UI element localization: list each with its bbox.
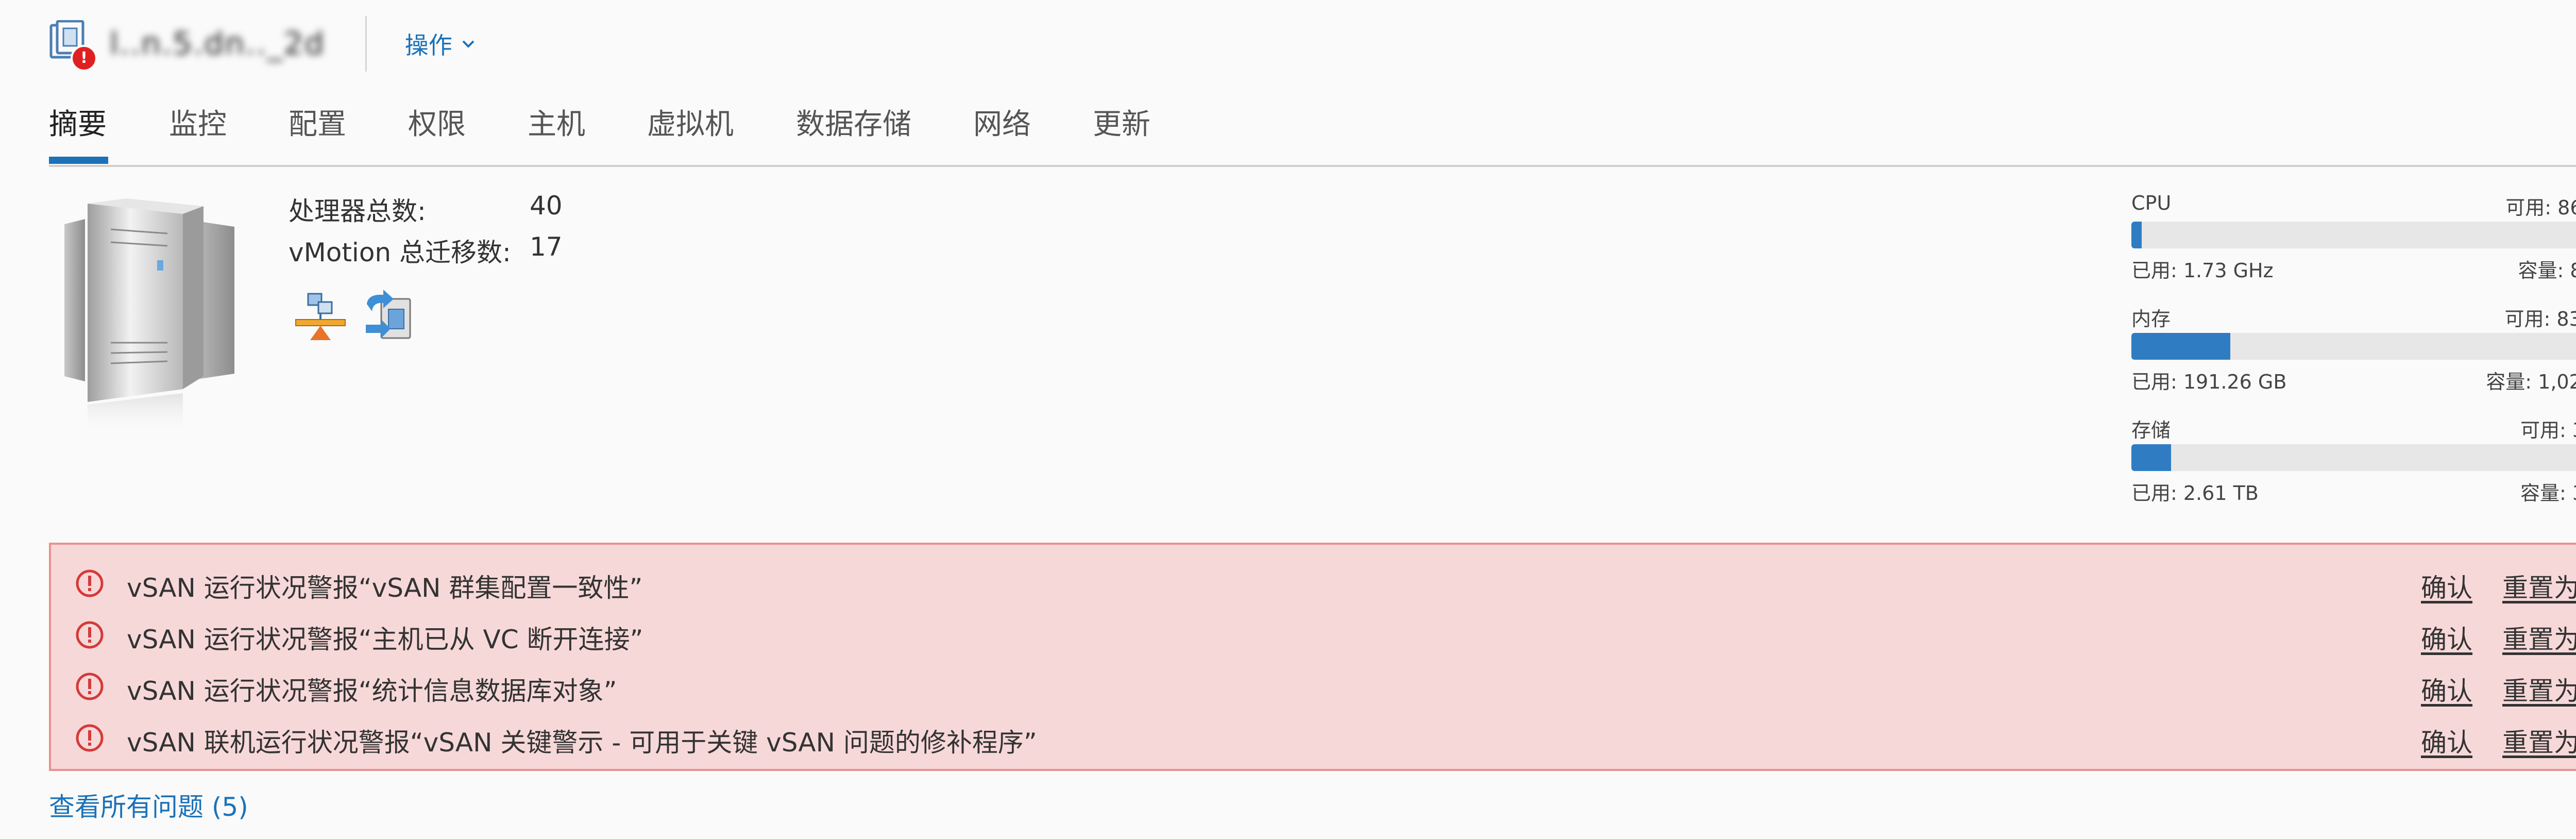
acknowledge-link[interactable]: 确认 xyxy=(2421,670,2472,708)
alert-circle-icon xyxy=(76,621,104,649)
storage-usage-fill xyxy=(2131,444,2171,471)
cpu-free: 可用: 86.07 GHz xyxy=(2505,196,2576,219)
actions-label: 操作 xyxy=(404,31,452,59)
migrate-icon[interactable] xyxy=(361,289,417,345)
memory-free: 可用: 832.11 GB xyxy=(2504,308,2576,330)
reset-to-green-link[interactable]: 重置为绿色 xyxy=(2502,567,2576,605)
vmotion-label: vMotion 总迁移数: xyxy=(289,238,511,267)
tab-bar: 摘要 监控 配置 权限 主机 虚拟机 数据存储 网络 更新 xyxy=(49,101,2576,167)
storage-meter: 存储 可用: 32.33 TB 已用: 2.61 TB 容量: 34.93 TB xyxy=(2131,414,2576,517)
host-network-icon[interactable] xyxy=(293,289,349,345)
acknowledge-link[interactable]: 确认 xyxy=(2421,619,2472,656)
memory-usage-bar xyxy=(2131,333,2576,360)
memory-capacity: 容量: 1,023.37 GB xyxy=(2486,371,2576,393)
storage-capacity: 容量: 34.93 TB xyxy=(2520,482,2576,505)
cpu-meter: CPU 可用: 86.07 GHz 已用: 1.73 GHz 容量: 87.8 … xyxy=(2131,192,2576,295)
page: ! l..n.5.dn.._2d 操作 摘要 监控 配置 权限 主机 虚拟机 数… xyxy=(0,0,2576,839)
cpu-label: CPU xyxy=(2131,192,2172,214)
cluster-icon: ! xyxy=(49,20,97,72)
tab-permissions[interactable]: 权限 xyxy=(408,101,466,143)
alert-badge-icon: ! xyxy=(71,45,97,72)
tab-datastores[interactable]: 数据存储 xyxy=(796,101,911,143)
tab-vms[interactable]: 虚拟机 xyxy=(647,101,734,143)
reset-to-green-link[interactable]: 重置为绿色 xyxy=(2502,722,2576,759)
alert-row: vSAN 运行状况警报“统计信息数据库对象” 确认 重置为绿色 xyxy=(51,664,2576,716)
chevron-down-icon xyxy=(462,40,474,48)
reset-to-green-link[interactable]: 重置为绿色 xyxy=(2502,670,2576,708)
tab-hosts[interactable]: 主机 xyxy=(528,101,585,143)
alert-message: vSAN 运行状况警报“主机已从 VC 断开连接” xyxy=(127,625,643,655)
active-tab-indicator xyxy=(49,157,108,164)
memory-used: 已用: 191.26 GB xyxy=(2131,371,2287,393)
tab-summary[interactable]: 摘要 xyxy=(49,101,107,143)
actions-menu-button[interactable]: 操作 xyxy=(405,27,475,61)
object-header: ! l..n.5.dn.._2d 操作 xyxy=(49,13,475,75)
tab-networks[interactable]: 网络 xyxy=(973,101,1031,143)
storage-free: 可用: 32.33 TB xyxy=(2520,419,2576,442)
cpu-usage-fill xyxy=(2131,222,2142,248)
reset-to-green-link[interactable]: 重置为绿色 xyxy=(2502,619,2576,656)
alert-circle-icon xyxy=(76,569,104,597)
server-stack-icon xyxy=(64,198,234,435)
tab-monitor[interactable]: 监控 xyxy=(169,101,227,143)
storage-label: 存储 xyxy=(2131,419,2171,442)
storage-used: 已用: 2.61 TB xyxy=(2131,482,2259,505)
memory-label: 内存 xyxy=(2131,308,2171,330)
acknowledge-link[interactable]: 确认 xyxy=(2421,722,2472,759)
processors-value: 40 xyxy=(530,191,563,221)
header-divider xyxy=(365,16,367,72)
alert-row: vSAN 运行状况警报“主机已从 VC 断开连接” 确认 重置为绿色 xyxy=(51,613,2576,664)
alert-circle-icon xyxy=(76,673,104,700)
object-title: l..n.5.dn.._2d xyxy=(110,26,325,62)
storage-usage-bar xyxy=(2131,444,2576,471)
tab-configure[interactable]: 配置 xyxy=(289,101,346,143)
alert-row: vSAN 运行状况警报“vSAN 群集配置一致性” 确认 重置为绿色 xyxy=(51,561,2576,613)
vmotion-value: 17 xyxy=(530,232,563,262)
acknowledge-link[interactable]: 确认 xyxy=(2421,567,2472,605)
tab-updates[interactable]: 更新 xyxy=(1093,101,1150,143)
memory-meter: 内存 可用: 832.11 GB 已用: 191.26 GB 容量: 1,023… xyxy=(2131,303,2576,406)
cpu-capacity: 容量: 87.8 GHz xyxy=(2518,259,2576,282)
view-all-issues-link[interactable]: 查看所有问题 (5) xyxy=(49,786,248,824)
alert-message: vSAN 运行状况警报“vSAN 群集配置一致性” xyxy=(127,573,643,603)
alert-message: vSAN 运行状况警报“统计信息数据库对象” xyxy=(127,676,617,706)
cpu-used: 已用: 1.73 GHz xyxy=(2131,259,2274,282)
alert-row: vSAN 联机运行状况警报“vSAN 关键警示 - 可用于关键 vSAN 问题的… xyxy=(51,716,2576,767)
cpu-usage-bar xyxy=(2131,222,2576,248)
alert-circle-icon xyxy=(76,724,104,752)
alerts-panel: vSAN 运行状况警报“vSAN 群集配置一致性” 确认 重置为绿色 vSAN … xyxy=(49,543,2576,771)
memory-usage-fill xyxy=(2131,333,2230,360)
alert-message: vSAN 联机运行状况警报“vSAN 关键警示 - 可用于关键 vSAN 问题的… xyxy=(127,728,1037,758)
processors-label: 处理器总数: xyxy=(289,196,426,226)
